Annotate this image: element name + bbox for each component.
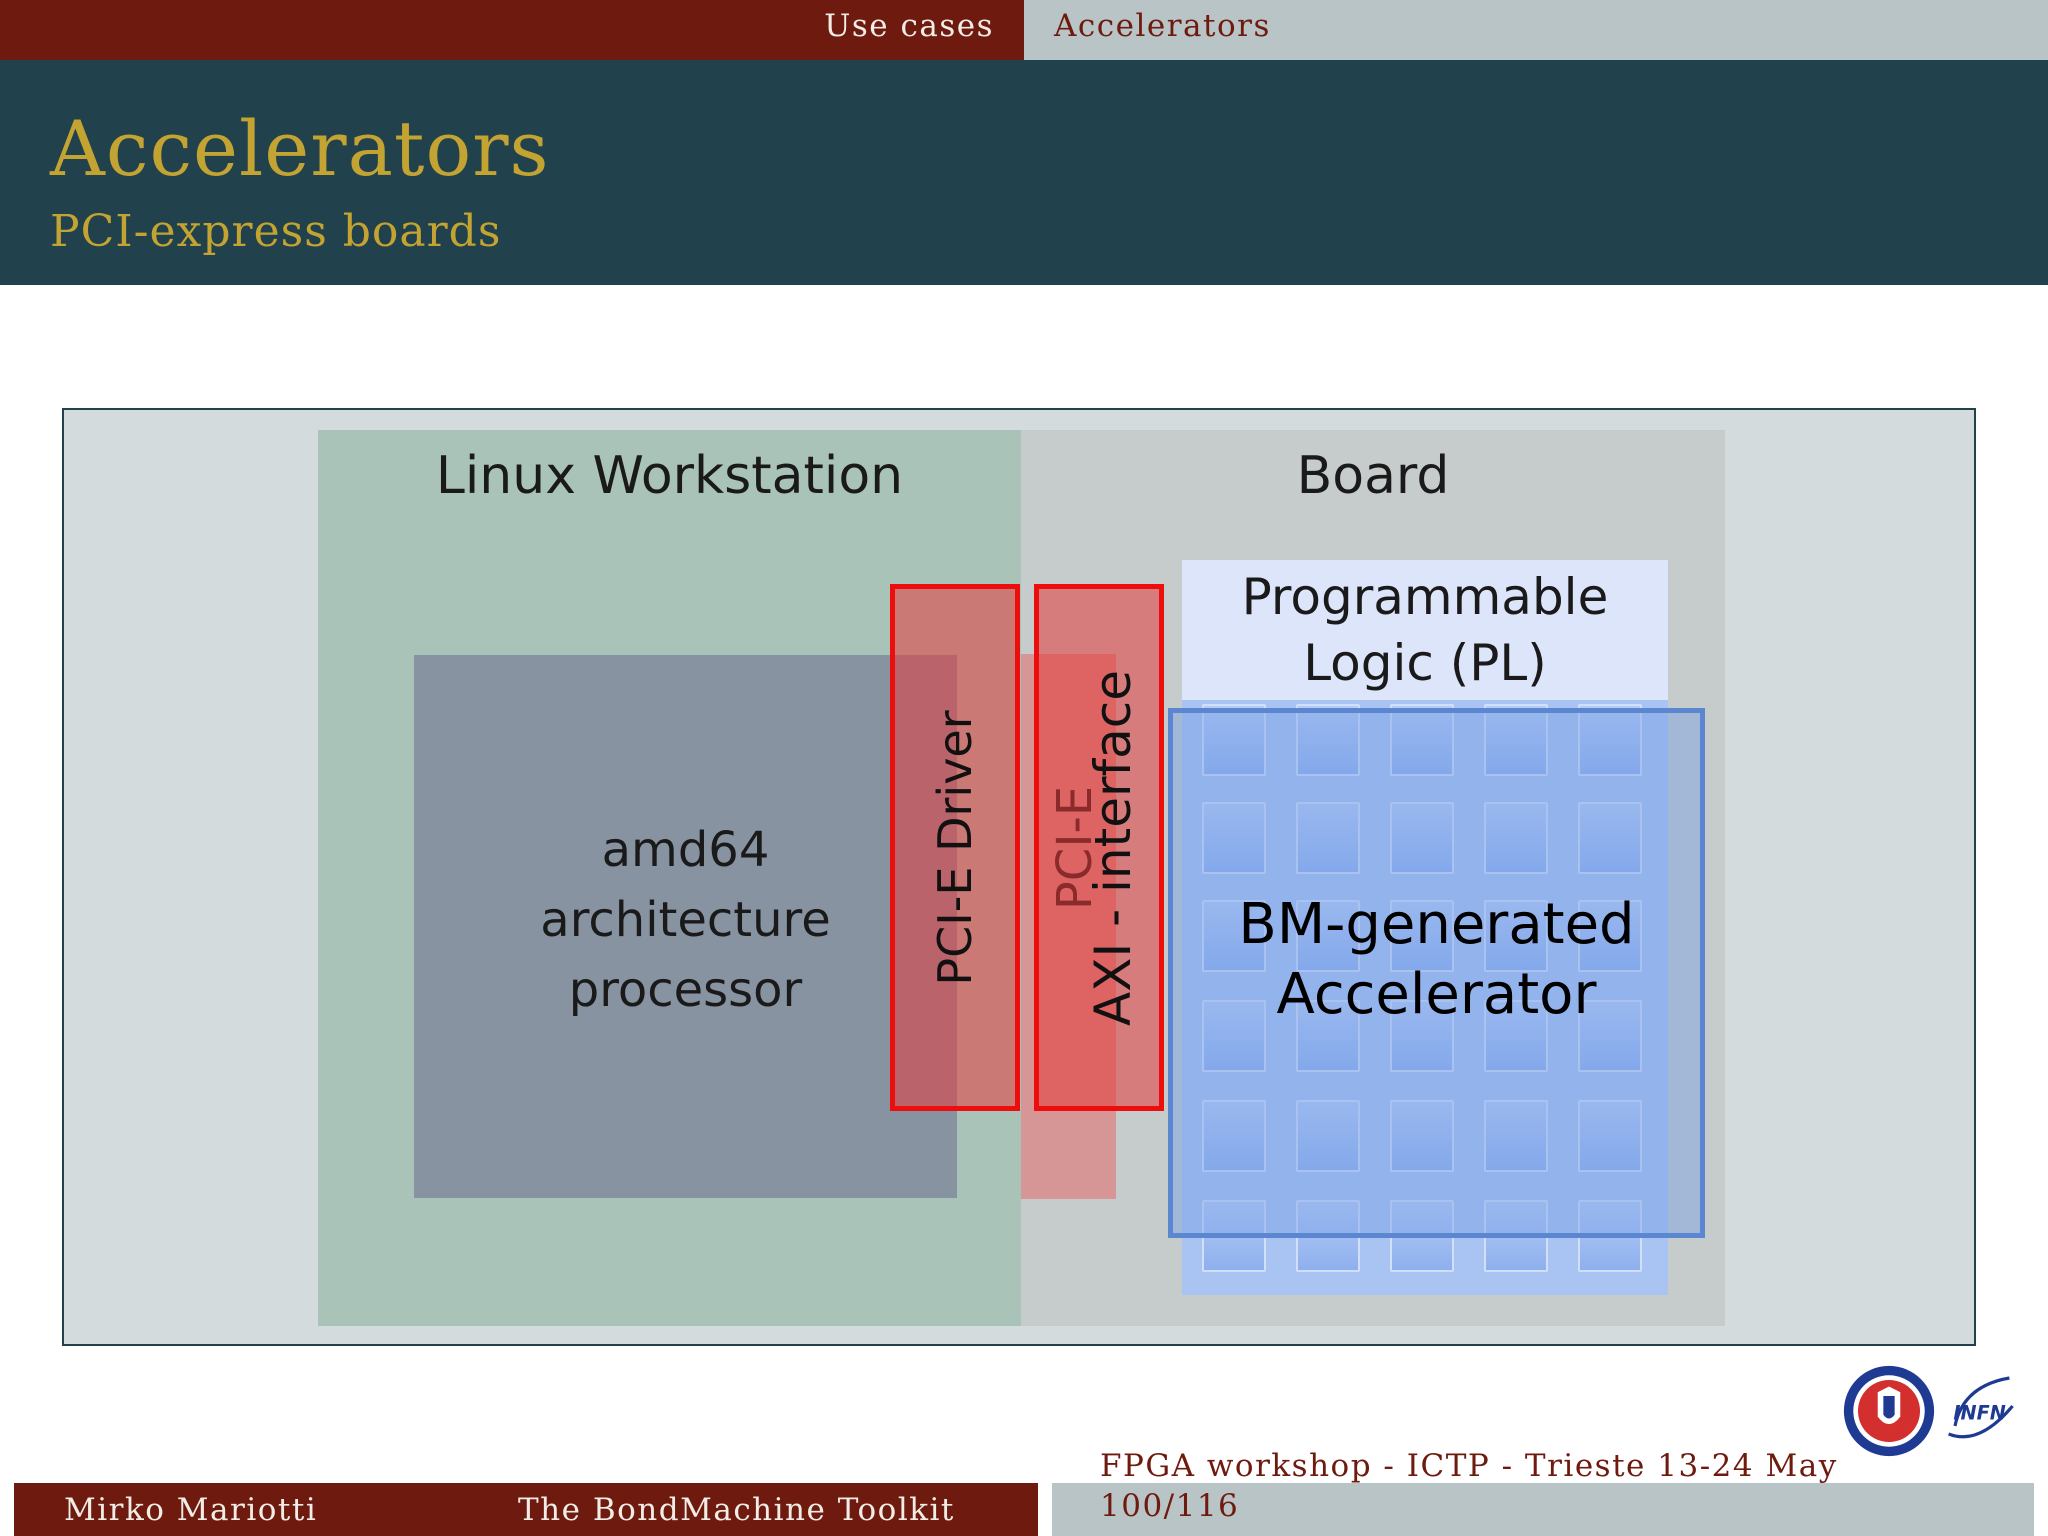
axi-interface-label: AXI - interface xyxy=(1084,669,1142,1026)
footer-author: Mirko Mariotti xyxy=(64,1492,318,1528)
footer-event: FPGA workshop - ICTP - Trieste 13-24 May xyxy=(1100,1448,1838,1484)
footer-bar: Mirko Mariotti The BondMachine Toolkit xyxy=(14,1483,2034,1536)
cpu-label-line: amd64 xyxy=(601,822,770,878)
pl-label-line: Programmable xyxy=(1241,568,1609,626)
footer-talk-title: The BondMachine Toolkit xyxy=(518,1492,955,1528)
slide-title: Accelerators xyxy=(50,104,550,193)
workstation-label: Linux Workstation xyxy=(435,446,904,506)
pcie-driver-block: PCI-E Driver xyxy=(890,584,1020,1111)
bm-label-line: Accelerator xyxy=(1276,962,1597,1027)
title-band: Accelerators PCI-express boards xyxy=(0,60,2048,285)
pl-label-line: Logic (PL) xyxy=(1303,634,1547,692)
cpu-label-line: processor xyxy=(568,962,803,1018)
top-nav-bar: Use cases Accelerators xyxy=(0,0,2048,60)
infn-logo: INFN xyxy=(1948,1376,2014,1439)
pcie-driver-label: PCI-E Driver xyxy=(928,709,982,986)
infn-logo-text: INFN xyxy=(1953,1402,2005,1425)
nav-subsection-link[interactable]: Accelerators xyxy=(1054,8,1271,44)
programmable-logic-label: Programmable Logic (PL) xyxy=(1182,560,1668,696)
slide-subtitle: PCI-express boards xyxy=(50,206,502,257)
bm-accelerator-label: BM-generated Accelerator xyxy=(1168,890,1705,1030)
architecture-diagram: Linux Workstation Board amd64 architectu… xyxy=(62,408,1976,1346)
nav-section-link[interactable]: Use cases xyxy=(824,8,994,44)
nav-section-panel: Use cases xyxy=(0,0,1024,60)
footer-left-panel: Mirko Mariotti The BondMachine Toolkit xyxy=(14,1483,1038,1536)
university-seal-logo xyxy=(1843,1365,1935,1457)
cpu-label-line: architecture xyxy=(540,892,831,948)
footer-page-number: 100/116 xyxy=(1100,1488,1240,1524)
board-label: Board xyxy=(1296,446,1450,506)
nav-subsection-panel: Accelerators xyxy=(1024,0,2048,60)
axi-interface-block: PCI-E AXI - interface xyxy=(1034,584,1164,1111)
cpu-label: amd64 architecture processor xyxy=(414,815,957,1025)
bm-label-line: BM-generated xyxy=(1238,892,1635,957)
